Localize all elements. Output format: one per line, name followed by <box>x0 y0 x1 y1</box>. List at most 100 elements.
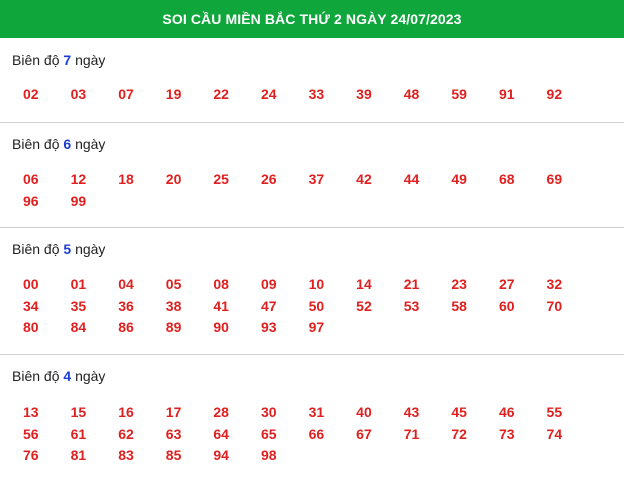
lottery-number: 96 <box>23 192 39 209</box>
lottery-number: 64 <box>213 425 229 442</box>
lottery-number: 14 <box>356 276 372 292</box>
lottery-number: 16 <box>118 404 134 420</box>
lottery-number: 38 <box>165 297 182 314</box>
label-days: 5 <box>63 241 72 257</box>
label-days: 4 <box>63 368 72 384</box>
page-title-bar: SOI CẦU MIỀN BẮC THỨ 2 NGÀY 24/07/2023 <box>0 0 624 38</box>
lottery-number: 59 <box>451 86 467 102</box>
lottery-number: 22 <box>213 86 229 102</box>
number-grid: 02 03 07 19 22 24 33 39 48 59 91 92 <box>0 84 624 106</box>
lottery-number: 47 <box>260 297 277 314</box>
lottery-number: 12 <box>70 171 87 187</box>
label-prefix: Biên độ <box>12 241 60 257</box>
lottery-number: 13 <box>23 404 39 420</box>
lottery-number: 50 <box>308 297 325 314</box>
lottery-number: 68 <box>498 171 515 187</box>
lottery-number: 66 <box>308 425 325 442</box>
number-grid: 00 01 04 05 08 09 10 14 21 23 27 32 34 35 36 38 41 47 50 52… <box>0 274 624 339</box>
lottery-number: 23 <box>451 276 467 292</box>
lottery-number: 97 <box>308 319 325 335</box>
lottery-number: 03 <box>70 86 87 102</box>
lottery-number: 73 <box>498 425 515 442</box>
lottery-number: 26 <box>260 171 277 187</box>
lottery-number: 30 <box>260 404 277 420</box>
lottery-number: 33 <box>308 86 325 102</box>
label-suffix: ngày <box>75 52 106 68</box>
label-prefix: Biên độ <box>12 52 60 68</box>
lottery-number: 45 <box>451 404 467 420</box>
section-label: Biên độ 4 ngày <box>0 366 624 386</box>
lottery-number: 90 <box>213 319 229 335</box>
lottery-number: 07 <box>118 86 134 102</box>
lottery-number: 76 <box>23 447 39 463</box>
number-grid: 06 12 18 20 25 26 37 42 44 49 68 69 96 99 <box>0 169 624 212</box>
label-prefix: Biên độ <box>12 368 60 384</box>
lottery-number: 40 <box>356 404 372 420</box>
lottery-number: 62 <box>118 425 134 442</box>
label-suffix: ngày <box>75 368 106 384</box>
section-bien-do-5: Biên độ 5 ngày 00 01 04 05 08 09 10 14 21 23 27 32 3… <box>0 228 624 355</box>
lottery-number: 86 <box>118 319 134 335</box>
lottery-number: 92 <box>546 86 563 102</box>
lottery-number: 24 <box>260 86 277 102</box>
lottery-number: 71 <box>403 425 420 442</box>
lottery-number: 25 <box>213 171 229 187</box>
lottery-number: 70 <box>546 297 563 314</box>
lottery-number: 74 <box>546 425 563 442</box>
lottery-number: 02 <box>23 86 39 102</box>
lottery-number: 35 <box>70 297 87 314</box>
lottery-number: 60 <box>498 297 515 314</box>
lottery-number: 32 <box>546 276 563 292</box>
lottery-number: 19 <box>165 86 182 102</box>
lottery-number: 53 <box>403 297 420 314</box>
lottery-number: 61 <box>70 425 87 442</box>
lottery-number: 67 <box>356 425 372 442</box>
lottery-number: 56 <box>23 425 39 442</box>
lottery-number: 83 <box>118 447 134 463</box>
lottery-number: 81 <box>70 447 87 463</box>
section-label: Biên độ 5 ngày <box>0 239 624 259</box>
lottery-number: 69 <box>546 171 563 187</box>
lottery-number: 72 <box>451 425 467 442</box>
lottery-number: 37 <box>308 171 325 187</box>
lottery-number: 93 <box>260 319 277 335</box>
lottery-number: 21 <box>403 276 420 292</box>
lottery-number: 44 <box>403 171 420 187</box>
lottery-number: 43 <box>403 404 420 420</box>
lottery-number: 00 <box>23 276 39 292</box>
lottery-number: 06 <box>23 171 39 187</box>
lottery-number: 46 <box>498 404 515 420</box>
lottery-number: 41 <box>213 297 229 314</box>
label-prefix: Biên độ <box>12 136 60 152</box>
lottery-number: 49 <box>451 171 467 187</box>
lottery-number: 09 <box>260 276 277 292</box>
lottery-number: 48 <box>403 86 420 102</box>
label-suffix: ngày <box>75 241 106 257</box>
lottery-number: 18 <box>118 171 134 187</box>
label-suffix: ngày <box>75 136 106 152</box>
lottery-number: 94 <box>213 447 229 463</box>
lottery-number: 52 <box>356 297 372 314</box>
lottery-number: 65 <box>260 425 277 442</box>
section-label: Biên độ 6 ngày <box>0 134 624 154</box>
lottery-number: 85 <box>165 447 182 463</box>
lottery-number: 20 <box>165 171 182 187</box>
label-days: 6 <box>63 136 72 152</box>
section-bien-do-4: Biên độ 4 ngày 13 15 16 17 28 30 31 40 43 45 46 55 5… <box>0 355 624 480</box>
lottery-number: 34 <box>23 297 39 314</box>
lottery-number: 89 <box>165 319 182 335</box>
lottery-number: 36 <box>118 297 134 314</box>
lottery-number: 15 <box>70 404 87 420</box>
lottery-number: 31 <box>308 404 325 420</box>
page-title: SOI CẦU MIỀN BẮC THỨ 2 NGÀY 24/07/2023 <box>162 11 462 27</box>
lottery-number: 42 <box>356 171 372 187</box>
lottery-number: 05 <box>165 276 182 292</box>
number-grid: 13 15 16 17 28 30 31 40 43 45 46 55 56 61 62 63 64 65 66 67… <box>0 402 624 467</box>
lottery-number: 04 <box>118 276 134 292</box>
lottery-number: 10 <box>308 276 325 292</box>
section-label: Biên độ 7 ngày <box>0 50 624 70</box>
lottery-number: 39 <box>356 86 372 102</box>
section-bien-do-6: Biên độ 6 ngày 06 12 18 20 25 26 37 42 44 49 68 69 9… <box>0 123 624 228</box>
lottery-number: 80 <box>23 319 39 335</box>
lottery-number: 08 <box>213 276 229 292</box>
